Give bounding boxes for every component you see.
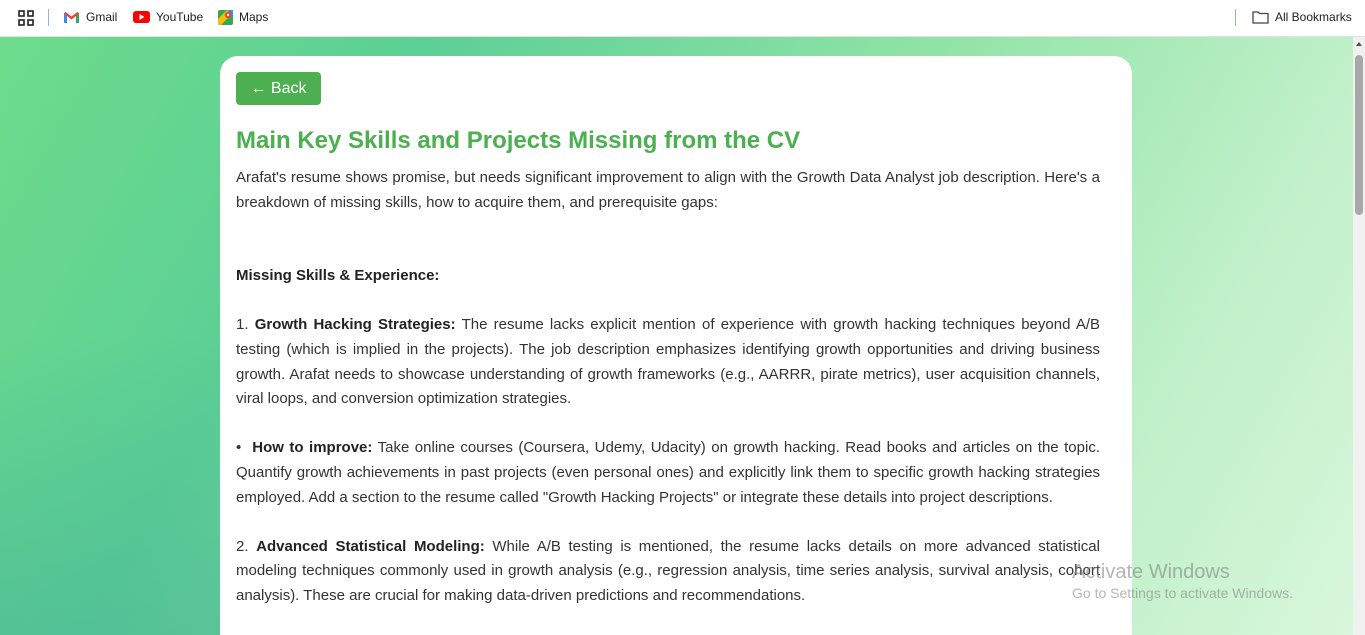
item-heading: Growth Hacking Strategies:	[254, 316, 456, 334]
intro-paragraph: Arafat's resume shows promise, but needs…	[236, 169, 1100, 211]
section-heading-text: Missing Skills & Experience:	[236, 267, 440, 285]
bookmarks-divider	[1235, 9, 1236, 26]
youtube-icon	[133, 11, 150, 23]
item-heading: Advanced Statistical Modeling:	[256, 537, 485, 555]
skills-card: ← Back Main Key Skills and Projects Miss…	[220, 56, 1132, 635]
skill-item-1: 1. Growth Hacking Strategies: The resume…	[236, 313, 1100, 411]
gmail-icon	[64, 11, 79, 23]
watermark-subtitle: Go to Settings to activate Windows.	[1072, 585, 1293, 601]
bookmark-maps[interactable]: Maps	[218, 9, 268, 25]
all-bookmarks-button[interactable]: All Bookmarks	[1252, 9, 1352, 25]
bullet: •	[236, 439, 242, 457]
improve-heading: How to improve:	[252, 439, 373, 457]
activate-windows-watermark: Activate Windows Go to Settings to activ…	[1072, 560, 1293, 602]
card-content: Arafat's resume shows promise, but needs…	[236, 166, 1100, 609]
folder-icon	[1252, 11, 1269, 24]
bookmark-gmail[interactable]: Gmail	[63, 9, 117, 25]
bookmarks-divider	[48, 9, 49, 26]
skill-item-2: 2. Advanced Statistical Modeling: While …	[236, 535, 1100, 609]
section-heading: Missing Skills & Experience:	[236, 264, 1100, 289]
bookmarks-bar: Gmail YouTube Maps All Bookmarks	[0, 0, 1365, 37]
bookmark-youtube[interactable]: YouTube	[133, 9, 203, 25]
improve-item-1: • How to improve: Take online courses (C…	[236, 436, 1100, 510]
vertical-scrollbar[interactable]	[1353, 37, 1365, 635]
apps-grid-icon[interactable]	[18, 10, 34, 26]
page-title: Main Key Skills and Projects Missing fro…	[236, 127, 801, 154]
all-bookmarks-label: All Bookmarks	[1275, 10, 1352, 24]
item-number: 2.	[236, 537, 249, 555]
scrollbar-thumb[interactable]	[1355, 55, 1363, 215]
bookmark-label: Maps	[239, 10, 269, 24]
bookmark-label: YouTube	[156, 10, 204, 24]
maps-icon	[218, 9, 233, 25]
scroll-up-arrow-icon[interactable]	[1356, 42, 1362, 46]
bookmark-label: Gmail	[86, 10, 118, 24]
watermark-title: Activate Windows	[1072, 561, 1230, 583]
item-number: 1.	[236, 316, 249, 334]
back-button[interactable]: ← Back	[236, 72, 321, 105]
